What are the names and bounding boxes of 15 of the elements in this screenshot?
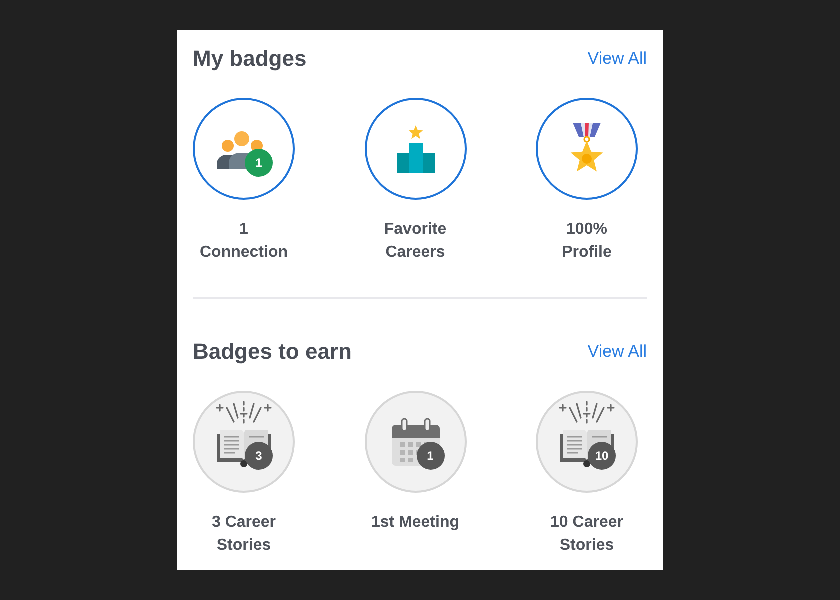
section-title: Badges to earn (193, 338, 352, 366)
section-title: My badges (193, 45, 307, 73)
badge-label: 1 Connection (199, 220, 289, 263)
badge-label: 3 Career Stories (210, 513, 278, 556)
badge-label: 10 Career Stories (550, 513, 624, 556)
podium-icon (396, 125, 436, 173)
count-badge: 10 (588, 442, 616, 470)
view-all-link[interactable]: View All (588, 48, 647, 70)
count-badge: 1 (245, 149, 273, 177)
badge-label: 1st Meeting (370, 513, 460, 533)
badge-label: Favorite Careers (383, 220, 448, 263)
view-all-link[interactable]: View All (588, 341, 647, 363)
count-badge: 3 (245, 442, 273, 470)
badge-label: 100% Profile (561, 220, 613, 263)
count-badge: 1 (416, 442, 444, 470)
